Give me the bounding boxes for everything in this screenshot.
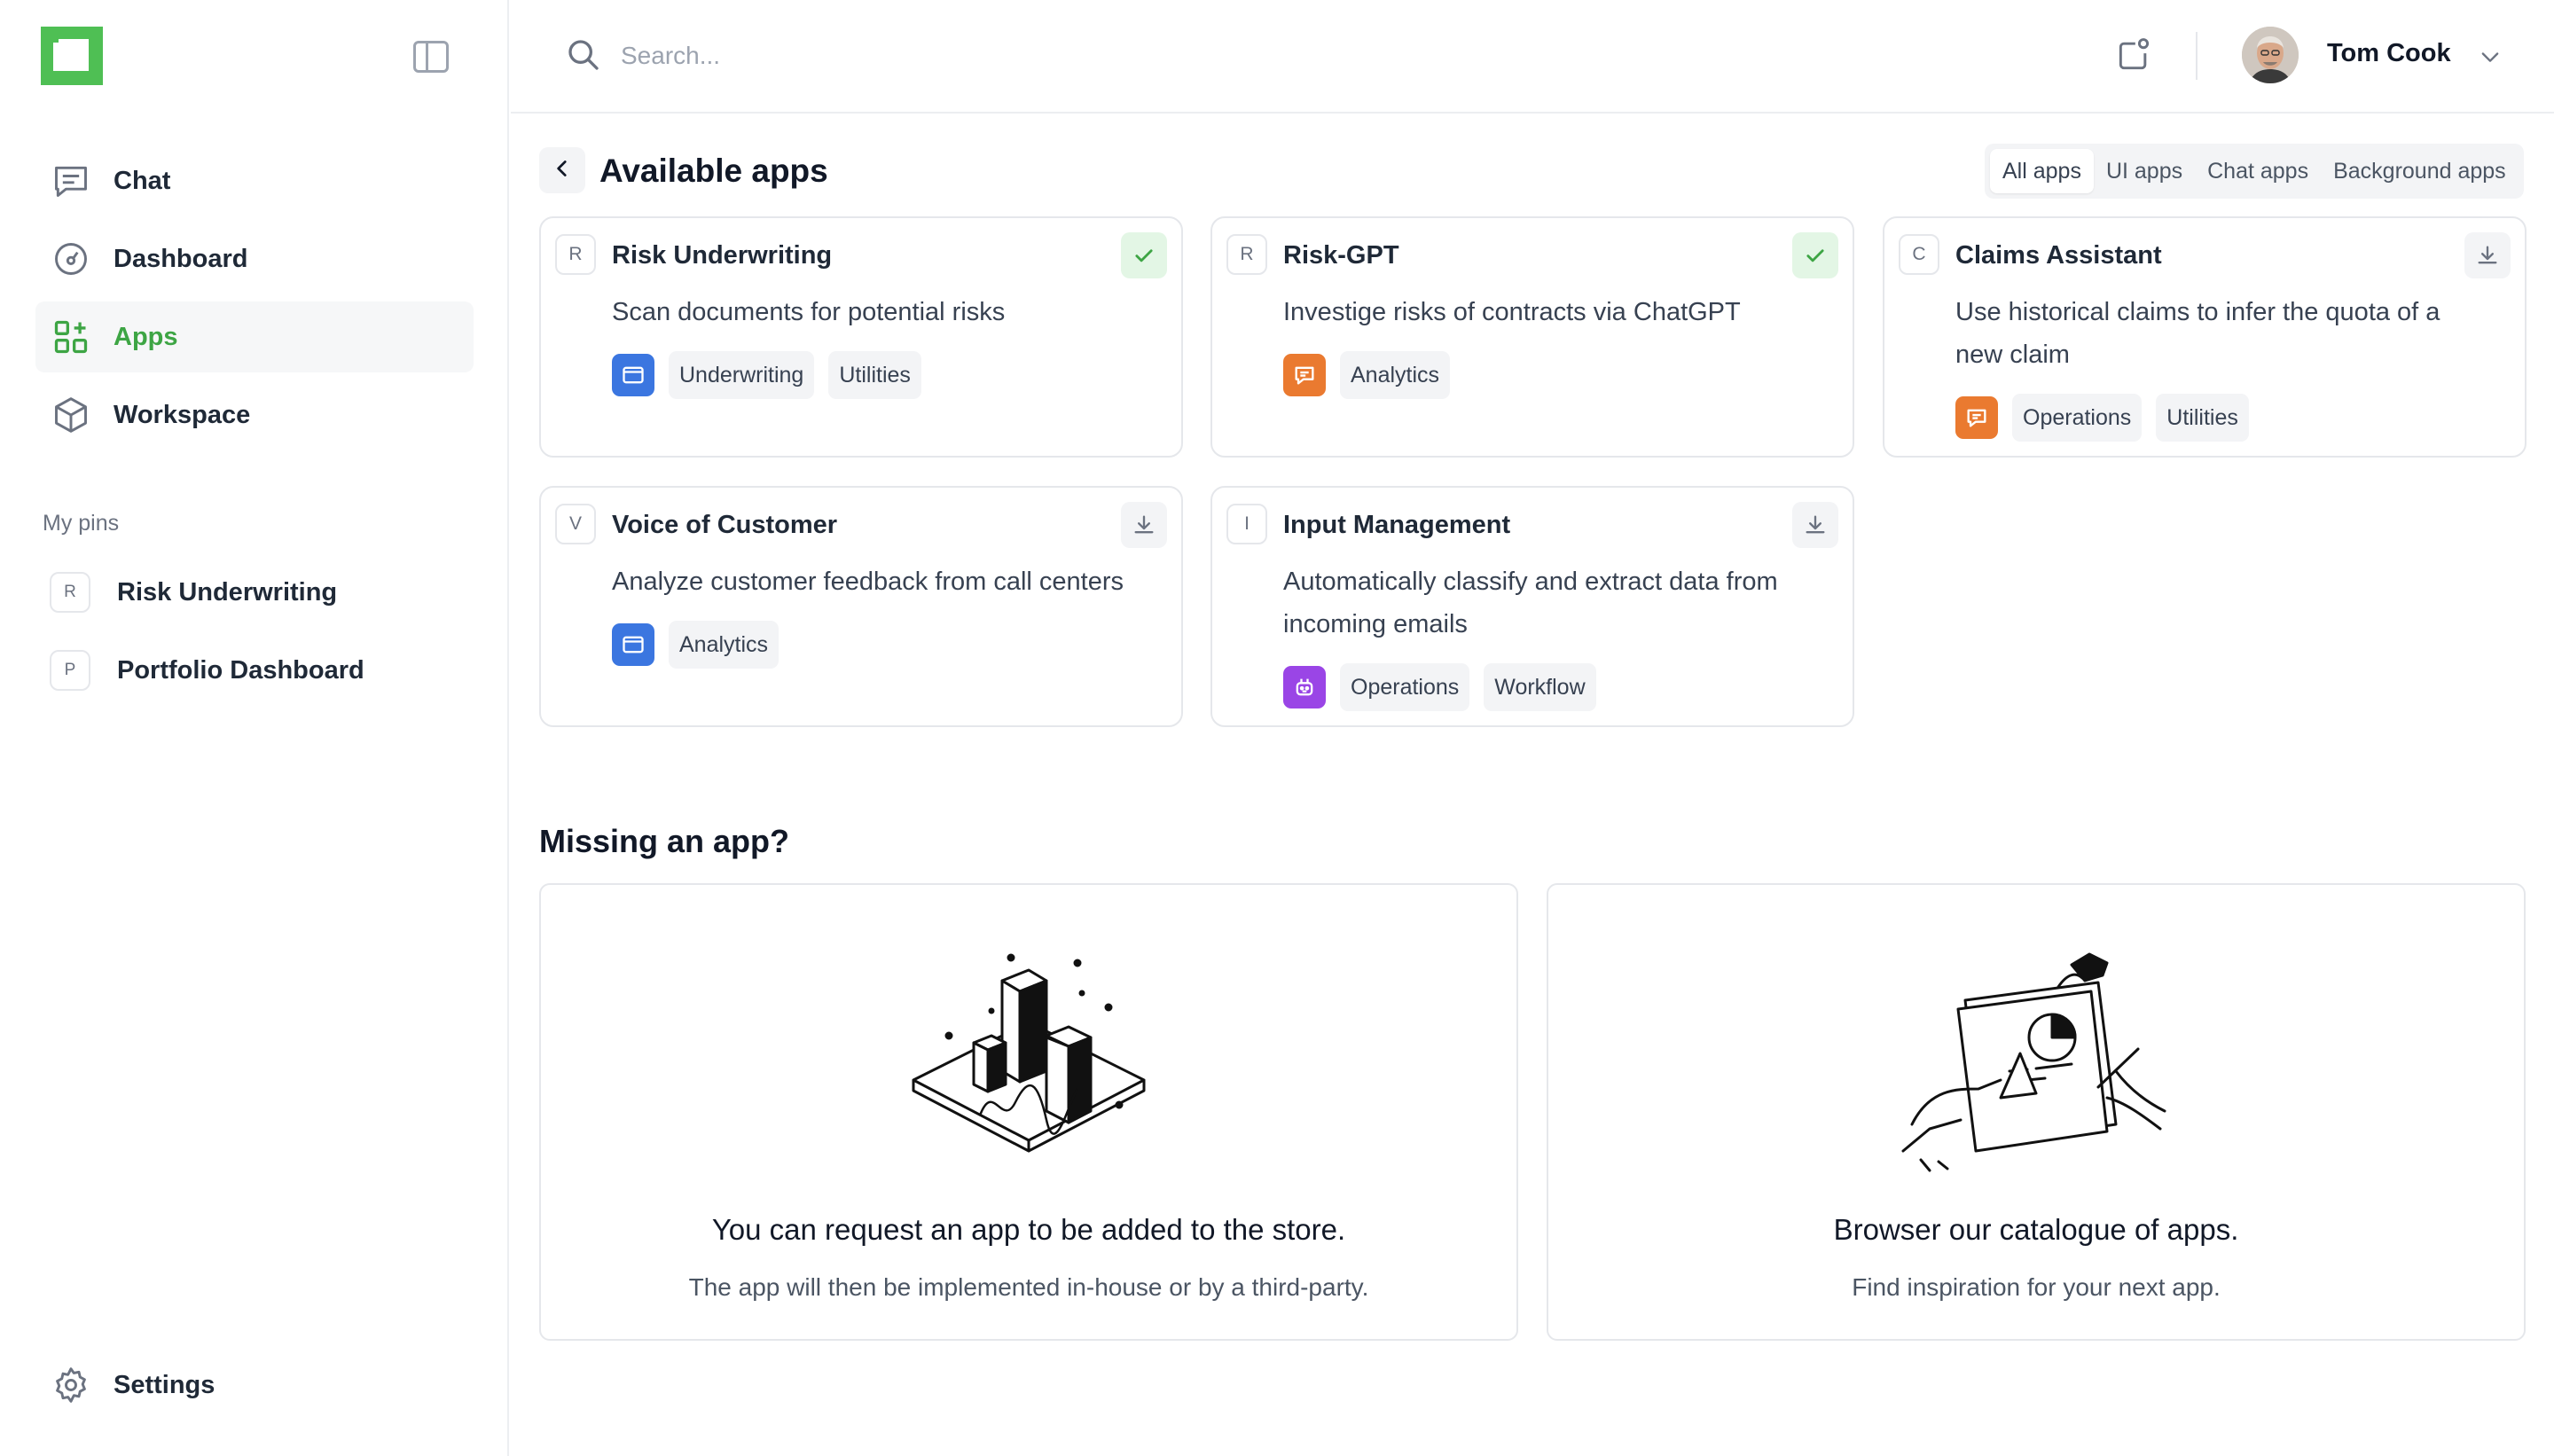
pins-section-label: My pins	[43, 511, 120, 536]
download-icon[interactable]	[1792, 502, 1838, 548]
app-letter-badge: R	[1226, 234, 1267, 275]
pin-label: Risk Underwriting	[117, 577, 338, 607]
app-title: Risk-GPT	[1283, 241, 1399, 270]
nav-item-dashboard[interactable]: Dashboard	[35, 223, 474, 294]
tag-chip: Workflow	[1484, 663, 1596, 711]
page-title: Available apps	[599, 153, 828, 189]
nav-item-workspace[interactable]: Workspace	[35, 380, 474, 450]
search-input[interactable]	[621, 32, 1242, 80]
gauge-icon	[51, 239, 90, 278]
tag-chip: Analytics	[1340, 351, 1451, 399]
app-description: Automatically classify and extract data …	[1283, 568, 1778, 638]
nav-item-apps[interactable]: Apps	[35, 301, 474, 372]
chat-icon	[51, 161, 90, 200]
tag-chip: Analytics	[669, 621, 780, 669]
app-card-risk-gpt[interactable]: R Risk-GPT Investige risks of contracts …	[1210, 216, 1854, 458]
chevron-left-icon	[551, 157, 574, 184]
installed-check-icon[interactable]	[1121, 232, 1167, 278]
app-title: Risk Underwriting	[612, 241, 833, 270]
apps-grid-icon	[51, 317, 90, 356]
app-tags: Underwriting Utilities	[612, 351, 936, 399]
chat-bubble-icon	[1283, 354, 1326, 396]
user-name[interactable]: Tom Cook	[2327, 39, 2451, 68]
nav-label: Apps	[114, 322, 178, 351]
missing-app-title: Missing an app?	[539, 823, 790, 859]
nav-label: Dashboard	[114, 244, 248, 273]
request-app-card[interactable]: You can request an app to be added to th…	[539, 883, 1518, 1341]
cube-icon	[51, 395, 90, 434]
chevron-down-icon[interactable]	[2478, 44, 2503, 69]
catalogue-illustration-icon	[1548, 938, 2524, 1178]
nav-item-chat[interactable]: Chat	[35, 145, 474, 216]
app-tags: Analytics	[612, 621, 793, 669]
avatar[interactable]	[2242, 27, 2299, 83]
filter-background-apps[interactable]: Background apps	[2321, 149, 2519, 193]
window-icon	[612, 354, 654, 396]
app-letter-badge: V	[555, 504, 596, 544]
sidebar: Chat Dashboard Apps Workspace My pins R …	[0, 0, 509, 1456]
request-app-description: The app will then be implemented in-hous…	[688, 1273, 1369, 1301]
app-description: Use historical claims to infer the quota…	[1955, 298, 2440, 369]
gear-icon	[51, 1366, 90, 1405]
pin-item-risk-underwriting[interactable]: R Risk Underwriting	[35, 557, 474, 628]
download-icon[interactable]	[1121, 502, 1167, 548]
search-icon	[566, 37, 601, 73]
catalogue-description: Find inspiration for your next app.	[1852, 1273, 2221, 1301]
pin-letter-badge: R	[50, 572, 90, 613]
app-description: Investige risks of contracts via ChatGPT	[1283, 298, 1741, 326]
app-logo[interactable]	[41, 27, 103, 85]
sidebar-toggle-icon[interactable]	[413, 41, 449, 73]
filter-chat-apps[interactable]: Chat apps	[2195, 149, 2321, 193]
app-card-voice-of-customer[interactable]: V Voice of Customer Analyze customer fee…	[539, 486, 1183, 727]
app-tags: Operations Workflow	[1283, 663, 1610, 711]
bar-chart-illustration-icon	[541, 938, 1516, 1178]
topbar-divider	[2196, 32, 2198, 80]
app-description: Scan documents for potential risks	[612, 298, 1006, 326]
app-title: Input Management	[1283, 511, 1511, 539]
nav-label: Chat	[114, 166, 171, 195]
pin-label: Portfolio Dashboard	[117, 655, 364, 685]
main-nav: Chat Dashboard Apps Workspace	[35, 145, 474, 458]
installed-check-icon[interactable]	[1792, 232, 1838, 278]
filter-ui-apps[interactable]: UI apps	[2094, 149, 2195, 193]
robot-icon	[1283, 666, 1326, 708]
tag-chip: Operations	[1340, 663, 1470, 711]
app-filter-tabs: All apps UI apps Chat apps Background ap…	[1985, 144, 2524, 199]
pin-letter-badge: P	[50, 650, 90, 691]
top-bar: Tom Cook	[511, 0, 2554, 114]
tag-chip: Operations	[2012, 394, 2143, 442]
tag-chip: Utilities	[828, 351, 921, 399]
catalogue-title: Browser our catalogue of apps.	[1833, 1213, 2239, 1246]
app-letter-badge: I	[1226, 504, 1267, 544]
back-button[interactable]	[539, 147, 585, 193]
tag-chip: Utilities	[2156, 394, 2249, 442]
pins-list: R Risk Underwriting P Portfolio Dashboar…	[35, 557, 474, 713]
app-card-risk-underwriting[interactable]: R Risk Underwriting Scan documents for p…	[539, 216, 1183, 458]
request-app-title: You can request an app to be added to th…	[711, 1213, 1346, 1246]
nav-label: Workspace	[114, 400, 251, 429]
app-letter-badge: R	[555, 234, 596, 275]
app-description: Analyze customer feedback from call cent…	[612, 568, 1124, 596]
catalogue-card[interactable]: Browser our catalogue of apps. Find insp…	[1547, 883, 2526, 1341]
app-tags: Operations Utilities	[1955, 394, 2263, 442]
tag-chip: Underwriting	[669, 351, 815, 399]
app-title: Claims Assistant	[1955, 241, 2162, 270]
app-card-claims-assistant[interactable]: C Claims Assistant Use historical claims…	[1883, 216, 2527, 458]
download-icon[interactable]	[2464, 232, 2511, 278]
nav-item-settings[interactable]: Settings	[51, 1366, 215, 1405]
chat-bubble-icon	[1955, 396, 1998, 439]
notification-icon[interactable]	[2114, 35, 2153, 74]
window-icon	[612, 623, 654, 666]
filter-all-apps[interactable]: All apps	[1990, 149, 2094, 193]
app-tags: Analytics	[1283, 351, 1464, 399]
settings-label: Settings	[114, 1370, 215, 1399]
app-letter-badge: C	[1899, 234, 1939, 275]
pin-item-portfolio-dashboard[interactable]: P Portfolio Dashboard	[35, 635, 474, 706]
app-card-input-management[interactable]: I Input Management Automatically classif…	[1210, 486, 1854, 727]
app-title: Voice of Customer	[612, 511, 838, 539]
